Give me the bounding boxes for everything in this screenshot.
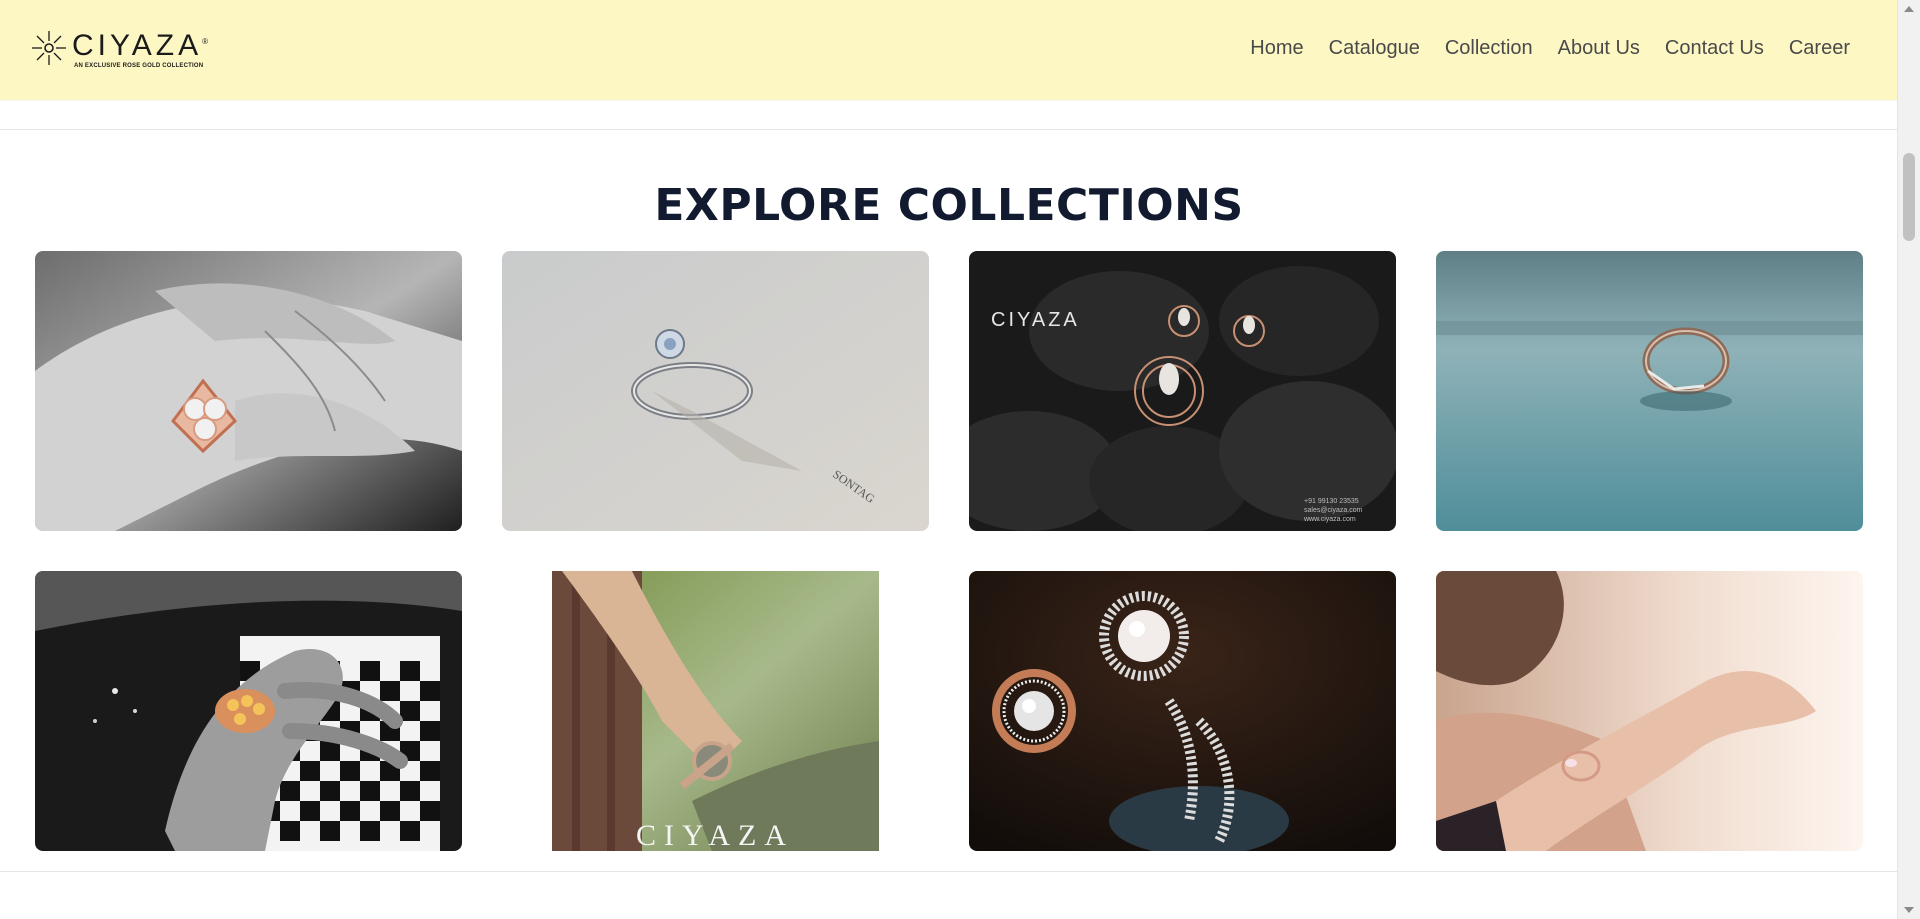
logo-word: CIYAZA: [72, 29, 203, 62]
collection-card-bracelet[interactable]: [1436, 571, 1863, 851]
logo-text: CIYAZA® AN EXCLUSIVE ROSE GOLD COLLECTIO…: [72, 27, 208, 70]
sun-star-icon: [30, 29, 68, 67]
nav-about-us[interactable]: About Us: [1558, 37, 1640, 60]
ring-on-teal-image: [1436, 251, 1863, 531]
bracelet-on-wrist-image: [1436, 571, 1863, 851]
logo-tagline: AN EXCLUSIVE ROSE GOLD COLLECTION: [74, 63, 204, 69]
ring-on-hand-image: [35, 251, 462, 531]
collection-card-watch[interactable]: CIYAZA: [552, 571, 879, 851]
page-scrollbar[interactable]: [1897, 0, 1920, 919]
card3-phone: +91 99130 23535: [1304, 498, 1359, 505]
collection-card-ring-mug[interactable]: [35, 571, 462, 851]
earrings-pendant-image: CIYAZA +91 99130 23535 sales@ciyaza.com …: [969, 251, 1396, 531]
collection-card-pearl-rings[interactable]: [969, 571, 1396, 851]
card6-logo-text: CIYAZA: [636, 819, 794, 851]
logo-registered-mark: ®: [202, 37, 209, 46]
card3-email: sales@ciyaza.com: [1304, 507, 1363, 514]
main-nav: Home Catalogue Collection About Us Conta…: [1225, 37, 1850, 60]
solitaire-ring-image: SONTAG: [502, 251, 929, 531]
card3-logo-text: CIYAZA: [991, 309, 1080, 331]
nav-collection[interactable]: Collection: [1445, 37, 1533, 60]
scroll-up-arrow-icon[interactable]: [1904, 6, 1914, 12]
section-title: EXPLORE COLLECTIONS: [654, 180, 1244, 231]
card-watermark-logo: CIYAZA: [991, 309, 1080, 331]
card3-website: www.ciyaza.com: [1303, 516, 1356, 523]
watch-on-wrist-image: CIYAZA: [552, 571, 879, 851]
nav-contact-us[interactable]: Contact Us: [1665, 37, 1764, 60]
collection-card-solitaire-ring[interactable]: SONTAG: [502, 251, 929, 531]
section-divider-bottom: [0, 871, 1898, 872]
page: CIYAZA® AN EXCLUSIVE ROSE GOLD COLLECTIO…: [0, 0, 1920, 919]
scroll-thumb[interactable]: [1903, 153, 1915, 241]
nav-catalogue[interactable]: Catalogue: [1329, 37, 1420, 60]
section-divider-top: [0, 129, 1898, 130]
pearl-rings-image: [969, 571, 1396, 851]
collection-card-ring-hand[interactable]: [35, 251, 462, 531]
nav-career[interactable]: Career: [1789, 37, 1850, 60]
ring-hand-mug-image: [35, 571, 462, 851]
logo-wordmark: CIYAZA®: [72, 27, 208, 61]
collection-card-earrings-pendant[interactable]: CIYAZA +91 99130 23535 sales@ciyaza.com …: [969, 251, 1396, 531]
nav-home[interactable]: Home: [1250, 37, 1303, 60]
collection-card-ring-teal[interactable]: [1436, 251, 1863, 531]
scroll-down-arrow-icon[interactable]: [1904, 907, 1914, 913]
site-header: CIYAZA® AN EXCLUSIVE ROSE GOLD COLLECTIO…: [0, 0, 1898, 100]
brand-logo[interactable]: CIYAZA® AN EXCLUSIVE ROSE GOLD COLLECTIO…: [30, 26, 208, 70]
